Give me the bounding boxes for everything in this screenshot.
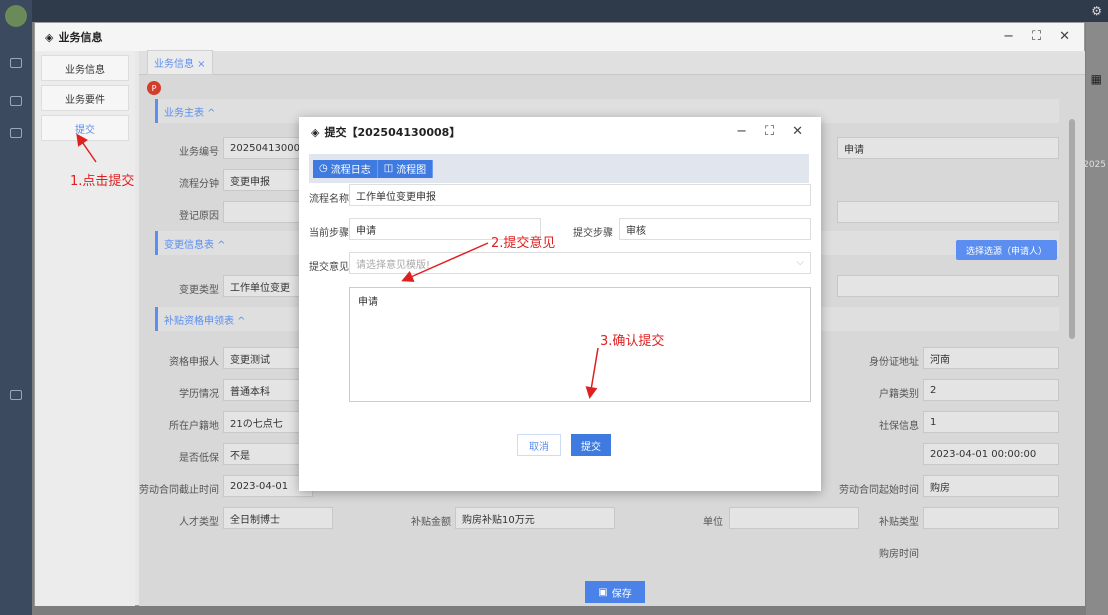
arrow-step2 — [401, 242, 489, 282]
annotation-arrows — [76, 133, 599, 399]
arrow-step3 — [585, 347, 599, 399]
arrow-step1 — [76, 133, 97, 163]
